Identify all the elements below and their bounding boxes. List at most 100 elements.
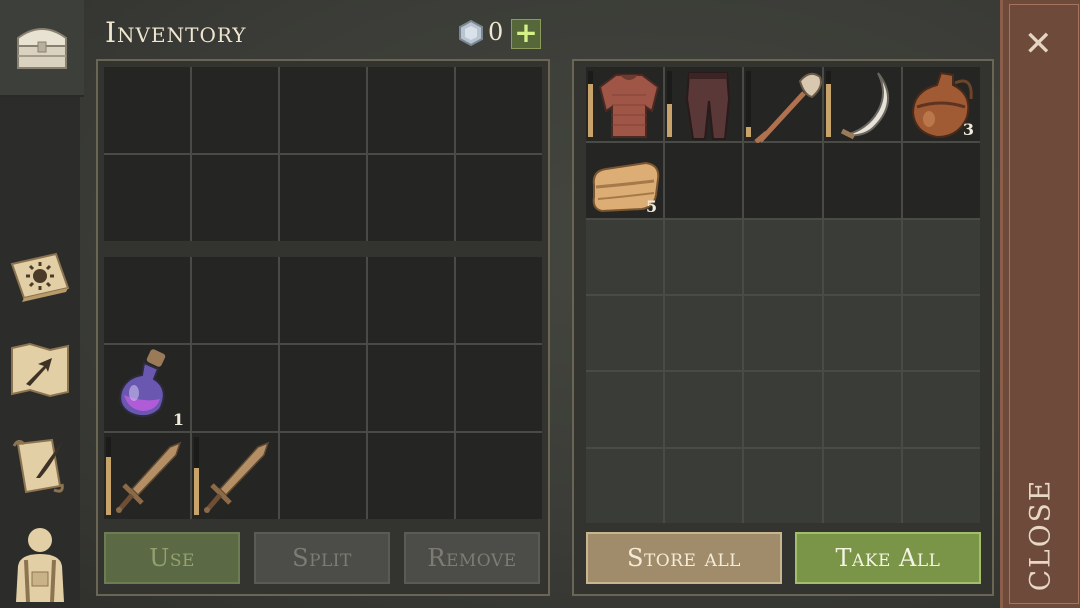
- slot-locked: [902, 448, 980, 523]
- slot-locked: [823, 372, 901, 447]
- slot[interactable]: [104, 257, 190, 343]
- slot[interactable]: [902, 143, 980, 218]
- slot[interactable]: [368, 433, 454, 519]
- slot-locked: [902, 372, 980, 447]
- durability-bar: [746, 71, 752, 138]
- durability-bar: [194, 437, 199, 515]
- slot-shovel[interactable]: [744, 67, 823, 144]
- durability-fill: [746, 127, 752, 138]
- gem-icon: [459, 20, 483, 46]
- slot-locked: [665, 448, 743, 523]
- slot-locked: [744, 219, 822, 294]
- durability-bar: [667, 71, 673, 138]
- slot[interactable]: [456, 345, 542, 431]
- chest-icon: [17, 28, 67, 69]
- slot-locked: [665, 296, 743, 371]
- slot-sword[interactable]: [192, 433, 278, 519]
- slot[interactable]: [823, 143, 901, 218]
- slot-flask[interactable]: 3: [902, 67, 980, 142]
- slot-cloth[interactable]: 5: [586, 143, 664, 218]
- slot-potion[interactable]: 1: [104, 345, 190, 431]
- slot-sword[interactable]: [104, 433, 190, 519]
- slot[interactable]: [456, 155, 542, 241]
- sword-icon: [204, 441, 270, 513]
- slot-locked: [586, 448, 664, 523]
- store-all-button[interactable]: Store all: [586, 532, 782, 584]
- slot[interactable]: [368, 257, 454, 343]
- sidebar-item-quests[interactable]: [6, 432, 74, 500]
- sidebar-tab-inventory[interactable]: [0, 0, 84, 97]
- quest-scroll-icon: [12, 438, 64, 494]
- chainmail-armor-icon: [598, 74, 660, 138]
- durability-bar: [106, 437, 111, 515]
- slot[interactable]: [456, 257, 542, 343]
- shovel-icon: [754, 72, 823, 144]
- durability-fill: [106, 456, 111, 515]
- slot-locked: [902, 219, 980, 294]
- slot[interactable]: [280, 257, 366, 343]
- slot[interactable]: [456, 433, 542, 519]
- remove-button[interactable]: Remove: [404, 532, 540, 584]
- container-grid: 3 5: [586, 67, 980, 523]
- slot[interactable]: [192, 345, 278, 431]
- close-button[interactable]: CLOSE: [1024, 479, 1057, 592]
- slot-locked: [823, 448, 901, 523]
- item-count: 1: [172, 410, 184, 429]
- durability-bar: [588, 71, 593, 138]
- slot[interactable]: [368, 155, 454, 241]
- slot[interactable]: [104, 155, 190, 241]
- item-count: 3: [962, 120, 974, 140]
- slot-locked: [744, 448, 822, 523]
- scythe-icon: [840, 72, 889, 140]
- durability-fill: [588, 84, 593, 138]
- sword-icon: [116, 441, 182, 513]
- durability-fill: [825, 84, 831, 138]
- slot-locked: [902, 296, 980, 371]
- durability-fill: [667, 104, 673, 138]
- leather-pants-icon: [686, 72, 731, 140]
- sidebar-item-crafting[interactable]: [6, 242, 74, 310]
- slot[interactable]: [665, 143, 743, 218]
- durability-fill: [194, 468, 199, 515]
- slot[interactable]: [744, 143, 822, 218]
- slot-locked: [823, 296, 901, 371]
- equipment-grid: [104, 67, 542, 241]
- character-icon: [16, 528, 64, 602]
- slot-locked: [665, 219, 743, 294]
- slot[interactable]: [192, 67, 278, 153]
- split-button[interactable]: Split: [254, 532, 390, 584]
- sidebar-item-character[interactable]: [6, 522, 74, 602]
- slot[interactable]: [456, 67, 542, 153]
- slot-locked: [586, 372, 664, 447]
- slot-locked: [744, 296, 822, 371]
- slot-locked: [586, 219, 664, 294]
- page-title: Inventory: [105, 16, 247, 49]
- take-all-button[interactable]: Take All: [795, 532, 981, 584]
- crafting-book-icon: [10, 252, 70, 302]
- slot-locked: [744, 372, 822, 447]
- map-icon: [11, 342, 69, 398]
- close-icon[interactable]: ✕: [1024, 24, 1053, 64]
- slot-pants[interactable]: [665, 67, 743, 142]
- slot-scythe[interactable]: [823, 67, 901, 142]
- item-count: 5: [646, 196, 658, 216]
- slot-locked: [823, 219, 901, 294]
- slot-chainmail[interactable]: [586, 67, 664, 142]
- slot[interactable]: [280, 155, 366, 241]
- gem-count: 0: [488, 18, 504, 46]
- buy-gems-button[interactable]: +: [511, 19, 541, 49]
- backpack-grid: 1: [104, 257, 542, 519]
- sidebar-item-map[interactable]: [6, 336, 74, 404]
- durability-bar: [825, 71, 831, 138]
- slot-locked: [665, 372, 743, 447]
- slot[interactable]: [192, 155, 278, 241]
- slot[interactable]: [104, 67, 190, 153]
- use-button[interactable]: Use: [104, 532, 240, 584]
- slot[interactable]: [368, 345, 454, 431]
- slot[interactable]: [280, 433, 366, 519]
- slot[interactable]: [280, 67, 366, 153]
- slot[interactable]: [280, 345, 366, 431]
- slot[interactable]: [368, 67, 454, 153]
- slot[interactable]: [192, 257, 278, 343]
- slot-locked: [586, 296, 664, 371]
